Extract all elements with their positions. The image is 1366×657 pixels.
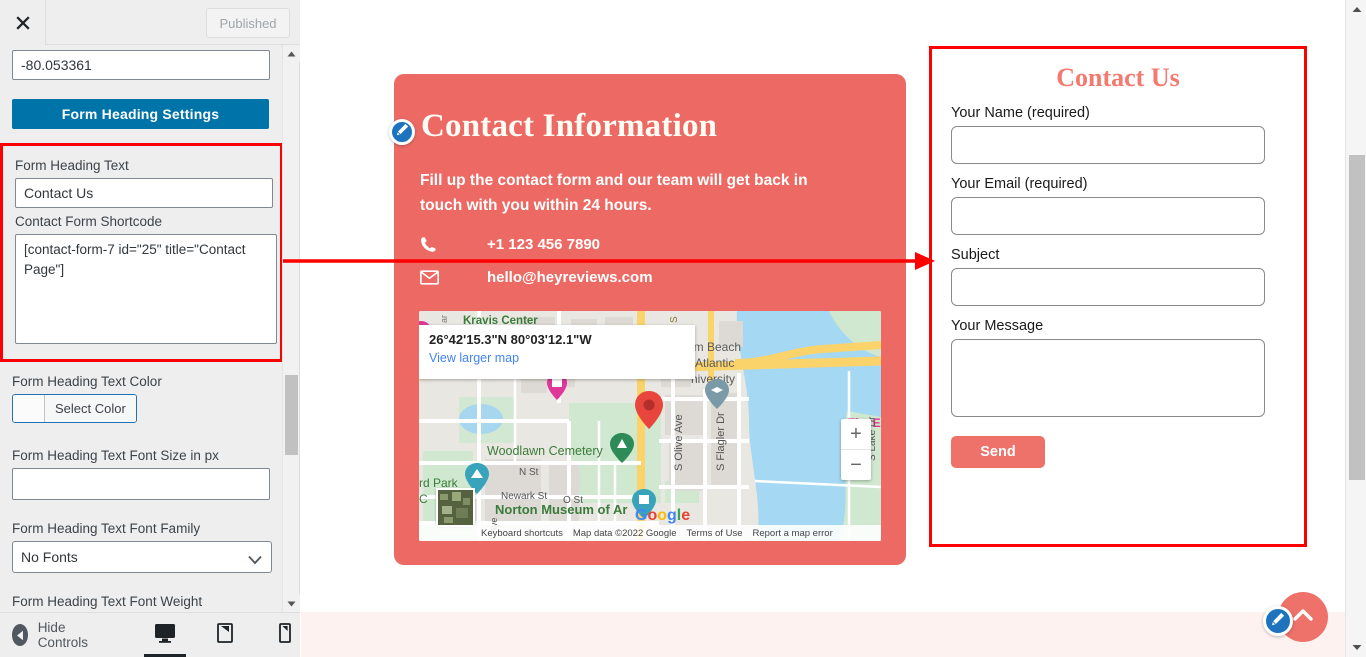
sidebar-scroll-area: Form Heading Settings Form Heading Text … xyxy=(0,45,283,612)
contact-form-shortcode-label: Contact Form Shortcode xyxy=(15,214,163,229)
contact-email-value: hello@heyreviews.com xyxy=(487,269,653,286)
google-map-embed[interactable]: Kravis Center lm Beach Atlantic niversit… xyxy=(419,311,881,541)
contact-form-card: Contact Us Your Name (required) Your Ema… xyxy=(929,46,1307,547)
device-preview-buttons xyxy=(144,613,300,657)
font-weight-label: Form Heading Text Font Weight xyxy=(12,594,203,609)
your-message-textarea[interactable] xyxy=(951,339,1265,417)
select-color-button[interactable]: Select Color xyxy=(12,394,137,423)
customizer-sidebar: Published Form Heading Settings Form Hea… xyxy=(0,0,300,657)
site-preview: Contact Information Fill up the contact … xyxy=(301,0,1345,657)
svg-text:Woodlawn Cemetery: Woodlawn Cemetery xyxy=(487,444,604,458)
published-label: Published xyxy=(219,15,277,31)
your-name-input[interactable] xyxy=(951,126,1265,164)
contact-form-body: Your Name (required) Your Email (require… xyxy=(932,105,1304,468)
font-family-select[interactable]: No Fonts xyxy=(12,541,272,573)
svg-text:Atlantic: Atlantic xyxy=(695,356,734,370)
your-message-label: Your Message xyxy=(951,318,1044,334)
svg-text:Newark St: Newark St xyxy=(501,491,547,502)
map-attribution-bar: Keyboard shortcuts Map data ©2022 Google… xyxy=(419,525,881,541)
contact-email-row: hello@heyreviews.com xyxy=(420,269,653,286)
select-color-label: Select Color xyxy=(45,395,136,422)
contact-information-subtitle: Fill up the contact form and our team wi… xyxy=(420,172,808,214)
window-scrollbar-thumb[interactable] xyxy=(1349,155,1365,480)
subject-input[interactable] xyxy=(951,268,1265,306)
map-coordinates: 26°42'15.3"N 80°03'12.1"W xyxy=(429,332,592,347)
device-mobile-button[interactable] xyxy=(270,613,300,657)
scrollbar-down-arrow-icon[interactable] xyxy=(283,595,300,612)
contact-phone-row: +1 123 456 7890 xyxy=(420,236,600,253)
pencil-icon xyxy=(1271,612,1285,631)
send-button[interactable]: Send xyxy=(951,436,1045,468)
form-heading-settings-button[interactable]: Form Heading Settings xyxy=(12,99,269,129)
font-size-label: Form Heading Text Font Size in px xyxy=(12,448,219,463)
mobile-icon xyxy=(279,622,291,648)
svg-text:Norton Museum of Ar: Norton Museum of Ar xyxy=(495,502,627,517)
device-desktop-button[interactable] xyxy=(144,613,186,657)
your-name-label: Your Name (required) xyxy=(951,105,1090,121)
customizer-screen: Published Form Heading Settings Form Hea… xyxy=(0,0,1366,657)
map-zoom-controls: + − xyxy=(841,419,871,480)
map-zoom-in-button[interactable]: + xyxy=(841,419,871,449)
map-report-error[interactable]: Report a map error xyxy=(752,528,832,539)
collapse-arrow-icon xyxy=(12,624,28,646)
pencil-icon xyxy=(396,123,409,141)
svg-text:S Olive Ave: S Olive Ave xyxy=(673,414,685,471)
map-zoom-out-button[interactable]: − xyxy=(841,450,871,480)
contact-form-shortcode-textarea[interactable] xyxy=(15,234,277,344)
svg-text:S Flagler Dr: S Flagler Dr xyxy=(715,412,727,471)
font-size-input[interactable] xyxy=(12,468,270,500)
contact-phone-value: +1 123 456 7890 xyxy=(487,236,601,253)
svg-text:N St: N St xyxy=(519,467,539,478)
font-family-select-wrap: No Fonts xyxy=(12,541,272,573)
longitude-input[interactable] xyxy=(12,50,270,80)
published-button[interactable]: Published xyxy=(206,8,290,38)
close-button[interactable] xyxy=(0,0,46,45)
highlighted-settings-group: Form Heading Text Contact Form Shortcode xyxy=(0,143,283,362)
mail-icon xyxy=(420,270,442,285)
hide-controls-label: Hide Controls xyxy=(37,620,88,650)
contact-information-card: Contact Information Fill up the contact … xyxy=(389,74,906,565)
sidebar-footer: Hide Controls xyxy=(0,612,300,657)
google-logo: Google xyxy=(635,507,691,524)
font-family-label: Form Heading Text Font Family xyxy=(12,521,201,536)
sidebar-header: Published xyxy=(0,0,300,45)
color-swatch xyxy=(13,395,45,422)
close-icon xyxy=(15,15,31,31)
page-footer-strip xyxy=(301,612,1345,657)
tablet-icon xyxy=(217,622,233,648)
map-data-attribution: Map data ©2022 Google xyxy=(572,527,677,539)
subject-label: Subject xyxy=(951,247,1000,263)
hide-controls-button[interactable]: Hide Controls xyxy=(12,620,96,650)
scrollbar-up-arrow-icon[interactable] xyxy=(283,45,300,62)
map-keyboard-shortcuts[interactable]: Keyboard shortcuts xyxy=(481,528,563,539)
svg-text:C: C xyxy=(419,492,428,506)
desktop-icon xyxy=(154,623,176,648)
form-heading-text-color-label: Form Heading Text Color xyxy=(12,374,162,389)
view-larger-map-link[interactable]: View larger map xyxy=(429,351,685,365)
svg-text:ar: ar xyxy=(439,315,449,323)
phone-icon xyxy=(420,236,442,253)
svg-text:S: S xyxy=(669,316,680,323)
contact-form-title: Contact Us xyxy=(1056,63,1180,92)
map-terms-of-use[interactable]: Terms of Use xyxy=(687,528,743,539)
sidebar-scrollbar[interactable] xyxy=(282,45,300,612)
window-scrollbar[interactable] xyxy=(1345,0,1366,657)
form-heading-text-input[interactable] xyxy=(15,178,273,208)
map-street-view-thumbnail[interactable] xyxy=(436,488,475,527)
edit-page-button[interactable] xyxy=(1263,606,1293,636)
contact-information-title: Contact Information xyxy=(421,108,718,144)
edit-section-button[interactable] xyxy=(389,119,415,145)
device-tablet-button[interactable] xyxy=(210,613,240,657)
your-email-label: Your Email (required) xyxy=(951,176,1088,192)
svg-text:lm Beach: lm Beach xyxy=(691,340,741,354)
form-heading-text-label: Form Heading Text xyxy=(15,158,129,173)
window-scroll-up-arrow-icon[interactable] xyxy=(1346,0,1366,19)
chevron-up-icon xyxy=(1293,608,1313,626)
window-scroll-down-arrow-icon[interactable] xyxy=(1346,638,1366,657)
your-email-input[interactable] xyxy=(951,197,1265,235)
map-info-box: 26°42'15.3"N 80°03'12.1"W View larger ma… xyxy=(419,325,695,379)
color-row: Select Color xyxy=(12,394,271,427)
sidebar-scrollbar-thumb[interactable] xyxy=(285,375,298,455)
